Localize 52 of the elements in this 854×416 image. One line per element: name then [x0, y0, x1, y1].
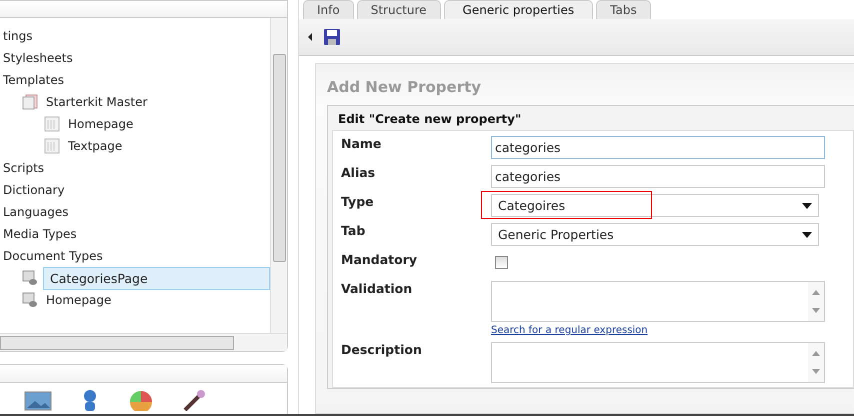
text-area[interactable]: [491, 281, 825, 322]
collapse-arrow-icon[interactable]: [307, 33, 313, 41]
caret-icon: [802, 232, 812, 238]
text-field[interactable]: categories: [491, 165, 825, 188]
field-label: Tab: [341, 223, 366, 240]
tab[interactable]: Structure: [356, 0, 441, 19]
tree-item[interactable]: Templates: [0, 72, 68, 88]
picture-icon[interactable]: [24, 391, 52, 411]
field-label: Alias: [341, 165, 376, 182]
tree-item[interactable]: Textpage: [65, 138, 126, 154]
tab[interactable]: Info: [303, 0, 354, 19]
tree-item[interactable]: Document Types: [0, 248, 106, 264]
page-icon: [44, 138, 60, 154]
save-icon[interactable]: [323, 28, 341, 46]
scroll-up-icon[interactable]: [812, 351, 820, 356]
document-type-icon: [22, 270, 38, 286]
tree-item[interactable]: Languages: [0, 204, 72, 220]
box-title: Edit "Create new property": [337, 111, 522, 128]
tree-item[interactable]: Homepage: [43, 292, 114, 308]
dropdown[interactable]: Generic Properties: [491, 223, 819, 246]
field-label: Type: [341, 194, 375, 211]
tree-item[interactable]: CategoriesPage: [43, 266, 270, 290]
tree-item[interactable]: Dictionary: [0, 182, 68, 198]
tree-item[interactable]: Stylesheets: [0, 50, 76, 66]
dropdown[interactable]: Categoires: [491, 194, 819, 217]
tree-item[interactable]: Starterkit Master: [43, 94, 150, 110]
text-field[interactable]: categories: [491, 136, 825, 159]
tab[interactable]: Tabs: [596, 0, 651, 19]
field-label: Validation: [341, 281, 414, 298]
tree-item[interactable]: Homepage: [65, 116, 136, 132]
field-label: Description: [341, 342, 423, 359]
color-wheel-icon[interactable]: [128, 389, 154, 411]
scroll-down-icon[interactable]: [812, 369, 820, 374]
scroll-down-icon[interactable]: [812, 308, 820, 313]
document-type-icon: [22, 292, 38, 308]
tree-item[interactable]: Scripts: [0, 160, 48, 176]
panel-title: Add New Property: [327, 78, 482, 96]
template-icon: [22, 94, 38, 110]
caret-icon: [802, 202, 812, 208]
checkbox[interactable]: [495, 256, 508, 269]
page-icon: [44, 116, 60, 132]
magic-wand-icon[interactable]: [182, 389, 206, 411]
tab[interactable]: Generic properties: [444, 0, 594, 19]
regex-search-link[interactable]: Search for a regular expression: [491, 325, 648, 336]
tree-item[interactable]: Media Types: [0, 226, 80, 242]
text-area[interactable]: [491, 342, 825, 383]
field-label: Mandatory: [341, 252, 418, 269]
vertical-scrollbar[interactable]: [270, 18, 287, 333]
tree-item[interactable]: tings: [0, 28, 36, 44]
horizontal-scrollbar[interactable]: [0, 333, 287, 351]
scroll-up-icon[interactable]: [812, 290, 820, 295]
field-label: Name: [341, 136, 382, 153]
